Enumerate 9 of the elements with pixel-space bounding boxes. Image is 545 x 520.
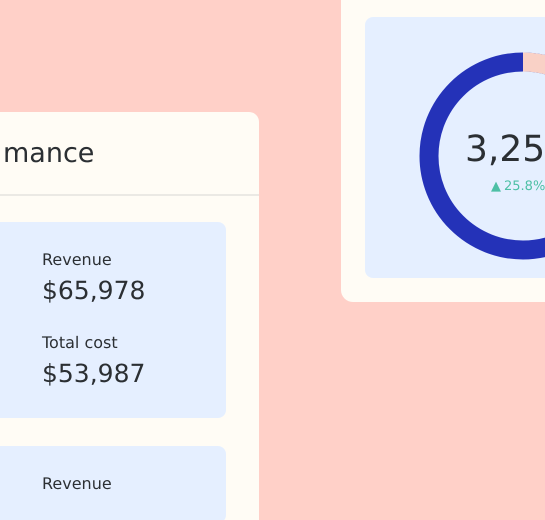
metric-label: Total cost: [42, 333, 119, 352]
metric-value: $53,987: [42, 359, 146, 388]
metric-label: Revenue: [42, 474, 113, 493]
total-value: 3,25: [465, 129, 545, 170]
trend-arrow: ▲: [491, 179, 501, 194]
card-title: mance: [3, 138, 94, 168]
metric-value: $65,978: [42, 276, 146, 305]
metric-label: Revenue: [42, 250, 113, 269]
change-percent: 25.8%: [504, 179, 545, 194]
